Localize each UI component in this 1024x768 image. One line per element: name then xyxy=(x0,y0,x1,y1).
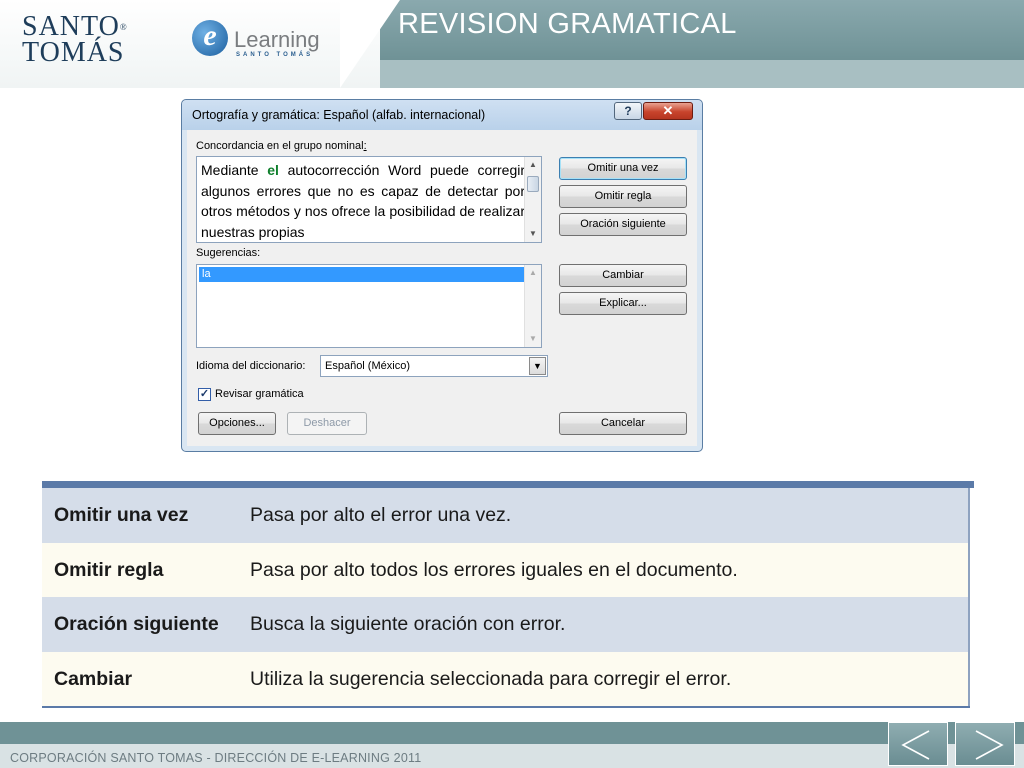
grammar-checkbox[interactable]: ✓ xyxy=(198,388,211,401)
previous-slide-button[interactable] xyxy=(888,722,948,766)
footer-text: CORPORACIÓN SANTO TOMAS - DIRECCIÓN DE E… xyxy=(10,751,422,765)
chevron-down-icon[interactable]: ▼ xyxy=(529,357,546,375)
sentence-scrollbar[interactable]: ▲ ▼ xyxy=(524,157,541,242)
flagged-word: el xyxy=(267,162,279,178)
footer-bar xyxy=(0,722,1024,744)
table-description: Utiliza la sugerencia seleccionada para … xyxy=(250,668,732,690)
table-term: Cambiar xyxy=(54,668,133,690)
sentence-text[interactable]: Mediante el autocorrección Word puede co… xyxy=(201,160,525,242)
santo-tomas-logo: SANTO® TOMÁS xyxy=(22,13,128,68)
next-sentence-button[interactable]: Oración siguiente xyxy=(559,213,687,236)
grammar-check-label[interactable]: Revisar gramática xyxy=(215,388,304,400)
elearning-word: Learning xyxy=(234,27,320,52)
header-sub-band xyxy=(380,60,1024,88)
table-description: Pasa por alto todos los errores iguales … xyxy=(250,559,738,581)
table-row: Oración siguiente Busca la siguiente ora… xyxy=(42,597,969,652)
close-button[interactable]: ✕ xyxy=(643,102,693,120)
table-row: Omitir una vez Pasa por alto el error un… xyxy=(42,488,969,543)
table-term: Oración siguiente xyxy=(54,613,219,635)
help-button[interactable]: ? xyxy=(614,102,642,120)
ignore-rule-button[interactable]: Omitir regla xyxy=(559,185,687,208)
issue-label-colon: : xyxy=(363,140,367,152)
logo-registered-mark: ® xyxy=(119,22,128,32)
scroll-up-icon[interactable]: ▲ xyxy=(525,157,541,173)
sentence-textbox[interactable]: Mediante el autocorrección Word puede co… xyxy=(196,156,542,243)
change-button[interactable]: Cambiar xyxy=(559,264,687,287)
elearning-e-icon: e xyxy=(192,20,228,56)
cancel-button[interactable]: Cancelar xyxy=(559,412,687,435)
language-select[interactable]: Español (México) ▼ xyxy=(320,355,548,377)
scroll-thumb[interactable] xyxy=(527,176,539,192)
undo-button[interactable]: Deshacer xyxy=(287,412,367,435)
options-button[interactable]: Opciones... xyxy=(198,412,276,435)
issue-label: Concordancia en el grupo nominal: xyxy=(196,140,367,152)
language-label: Idioma del diccionario: xyxy=(196,360,306,372)
scroll-down-icon[interactable]: ▼ xyxy=(525,331,541,347)
slide-header: SANTO® TOMÁS e Learning SANTO TOMÁS REVI… xyxy=(0,0,1024,88)
suggestions-list[interactable]: la ▲ ▼ xyxy=(196,264,542,348)
dialog-titlebar[interactable]: Ortografía y gramática: Español (alfab. … xyxy=(182,100,702,130)
elearning-subtitle: SANTO TOMÁS xyxy=(236,52,314,58)
table-row: Cambiar Utiliza la sugerencia selecciona… xyxy=(42,652,969,707)
scroll-up-icon[interactable]: ▲ xyxy=(525,265,541,281)
table-right-border xyxy=(968,488,970,708)
language-value: Español (México) xyxy=(325,360,410,372)
table-term: Omitir regla xyxy=(54,559,164,581)
sentence-before: Mediante xyxy=(201,162,268,178)
suggestions-scrollbar[interactable]: ▲ ▼ xyxy=(524,265,541,347)
arrow-right-icon xyxy=(975,730,1004,760)
table-description: Busca la siguiente oración con error. xyxy=(250,613,566,635)
table-row: Omitir regla Pasa por alto todos los err… xyxy=(42,543,969,598)
table-bottom-border xyxy=(42,706,970,708)
suggestions-label: Sugerencias: xyxy=(196,247,261,259)
table-term: Omitir una vez xyxy=(54,504,189,526)
table-description: Pasa por alto el error una vez. xyxy=(250,504,512,526)
scroll-down-icon[interactable]: ▼ xyxy=(525,226,541,242)
next-slide-button[interactable] xyxy=(955,722,1015,766)
logo-line2: TOMÁS xyxy=(22,37,125,68)
header-slant xyxy=(340,0,400,88)
ignore-once-button[interactable]: Omitir una vez xyxy=(559,157,687,180)
arrow-left-icon xyxy=(901,730,930,760)
button-description-table: Omitir una vez Pasa por alto el error un… xyxy=(42,481,974,708)
issue-label-text: Concordancia en el grupo nominal xyxy=(196,140,364,152)
explain-button[interactable]: Explicar... xyxy=(559,292,687,315)
slide-title: REVISION GRAMATICAL xyxy=(398,8,737,40)
suggestion-item[interactable]: la xyxy=(199,267,526,282)
dialog-title: Ortografía y gramática: Español (alfab. … xyxy=(192,108,486,122)
spelling-grammar-dialog: Ortografía y gramática: Español (alfab. … xyxy=(181,99,703,452)
dialog-body: Concordancia en el grupo nominal: Median… xyxy=(187,130,697,446)
